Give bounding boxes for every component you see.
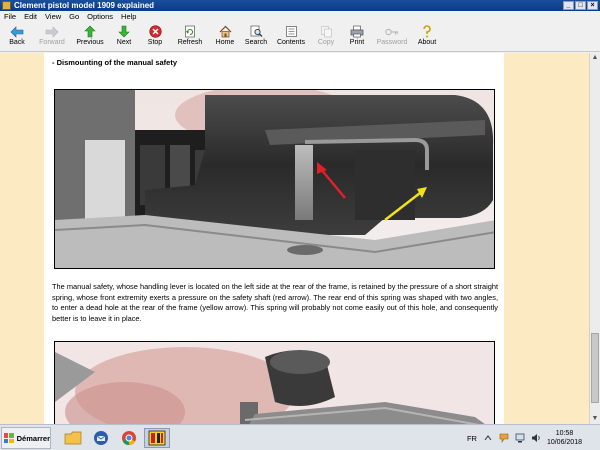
next-label: Next [116, 39, 132, 46]
taskbar-help-viewer[interactable] [144, 428, 170, 448]
menu-go[interactable]: Go [65, 12, 83, 21]
title-bar: Clement pistol model 1909 explained _ □ … [0, 0, 600, 11]
contents-button[interactable]: Contents [272, 22, 310, 52]
previous-label: Previous [76, 39, 104, 46]
folder-icon [64, 431, 82, 445]
app-icon [2, 1, 11, 10]
back-arrow-icon [10, 25, 24, 38]
menu-help[interactable]: Help [117, 12, 140, 21]
content-area: - Dismounting of the manual safety The m… [0, 53, 589, 424]
contents-icon [284, 25, 298, 38]
search-icon [249, 25, 263, 38]
about-label: About [417, 39, 437, 46]
print-button[interactable]: Print [342, 22, 372, 52]
menu-bar: File Edit View Go Options Help [0, 11, 600, 22]
start-button[interactable]: Démarrer [1, 427, 51, 449]
search-label: Search [244, 39, 268, 46]
scroll-up-icon[interactable]: ▲ [590, 53, 600, 63]
action-center-icon[interactable] [499, 433, 509, 443]
toolbar: Back Forward Previous Next Stop Refresh … [0, 22, 600, 52]
copy-label: Copy [317, 39, 335, 46]
taskbar-chrome[interactable] [116, 428, 142, 448]
about-button[interactable]: About [412, 22, 442, 52]
photo-caption: The manual safety, whose handling lever … [52, 282, 498, 323]
refresh-button[interactable]: Refresh [171, 22, 209, 52]
home-icon [218, 25, 232, 38]
scroll-down-icon[interactable]: ▼ [590, 414, 600, 424]
section-title: - Dismounting of the manual safety [52, 58, 178, 67]
forward-button[interactable]: Forward [33, 22, 71, 52]
minimize-button[interactable]: _ [563, 1, 574, 10]
previous-button[interactable]: Previous [72, 22, 108, 52]
menu-options[interactable]: Options [83, 12, 117, 21]
volume-icon[interactable] [531, 433, 541, 443]
safety-spring-illustration [55, 90, 494, 268]
article-page: - Dismounting of the manual safety The m… [44, 53, 504, 424]
chrome-icon [122, 431, 136, 446]
search-button[interactable]: Search [241, 22, 271, 52]
refresh-icon [183, 25, 197, 38]
taskbar-explorer[interactable] [60, 428, 86, 448]
taskbar: Démarrer FR 10:58 10/06/2018 [0, 424, 600, 450]
safety-spring-photo [54, 89, 495, 269]
stop-button[interactable]: Stop [140, 22, 170, 52]
key-icon [385, 25, 399, 38]
maximize-button[interactable]: □ [575, 1, 586, 10]
vertical-scrollbar[interactable]: ▲ ▼ [589, 53, 600, 424]
menu-file[interactable]: File [0, 12, 20, 21]
printer-icon [350, 25, 364, 38]
language-indicator[interactable]: FR [467, 434, 477, 443]
thunderbird-icon [94, 431, 108, 445]
start-label: Démarrer [16, 433, 50, 443]
menu-edit[interactable]: Edit [20, 12, 41, 21]
contents-label: Contents [276, 39, 306, 46]
forward-label: Forward [39, 39, 65, 46]
help-viewer-window: Clement pistol model 1909 explained _ □ … [0, 0, 600, 424]
scroll-thumb[interactable] [591, 333, 599, 403]
clock-date: 10/06/2018 [546, 439, 582, 446]
home-label: Home [215, 39, 235, 46]
next-button[interactable]: Next [109, 22, 139, 52]
close-button[interactable]: × [587, 1, 598, 10]
up-arrow-icon [83, 25, 97, 38]
home-button[interactable]: Home [210, 22, 240, 52]
windows-logo-icon [4, 433, 14, 443]
stop-label: Stop [147, 39, 163, 46]
clock-time: 10:58 [555, 430, 574, 437]
network-icon[interactable] [515, 433, 525, 443]
password-button[interactable]: Password [373, 22, 411, 52]
back-label: Back [9, 39, 25, 46]
password-label: Password [376, 39, 408, 46]
forward-arrow-icon [45, 25, 59, 38]
menu-view[interactable]: View [41, 12, 65, 21]
copy-icon [319, 25, 333, 38]
second-photo [54, 341, 495, 424]
down-arrow-icon [117, 25, 131, 38]
clock[interactable]: 10:58 10/06/2018 [547, 429, 582, 447]
show-hidden-icons-icon[interactable] [483, 433, 493, 443]
about-icon [420, 25, 434, 38]
stop-icon [148, 25, 162, 38]
window-title: Clement pistol model 1909 explained [14, 1, 155, 10]
help-viewer-app-icon [148, 430, 166, 446]
window-controls: _ □ × [563, 1, 598, 10]
print-label: Print [349, 39, 365, 46]
system-tray: FR 10:58 10/06/2018 [467, 425, 600, 450]
copy-button[interactable]: Copy [311, 22, 341, 52]
back-button[interactable]: Back [2, 22, 32, 52]
taskbar-thunderbird[interactable] [88, 428, 114, 448]
refresh-label: Refresh [177, 39, 203, 46]
second-illustration [55, 342, 494, 424]
